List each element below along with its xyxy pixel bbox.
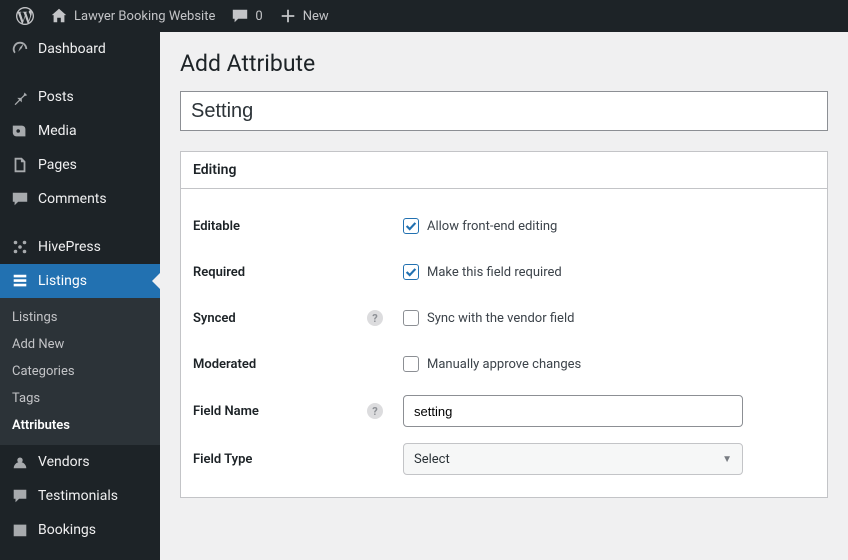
sidebar-item-media[interactable]: Media (0, 114, 160, 148)
sidebar-item-label: Vendors (38, 454, 90, 470)
comment-icon (11, 190, 29, 208)
submenu-categories[interactable]: Categories (0, 358, 160, 385)
sidebar-item-label: Testimonials (38, 488, 118, 504)
label-field-type: Field Type (193, 452, 403, 467)
page-title: Add Attribute (180, 50, 828, 77)
vendors-icon (11, 453, 29, 471)
checkbox-label: Sync with the vendor field (427, 311, 574, 326)
sidebar-item-hivepress[interactable]: HivePress (0, 230, 160, 264)
listings-icon (11, 272, 29, 290)
row-moderated: Moderated Manually approve changes (193, 341, 815, 387)
chevron-down-icon: ▼ (722, 454, 732, 465)
row-synced: Synced ? Sync with the vendor field (193, 295, 815, 341)
sidebar-item-label: Comments (38, 191, 107, 207)
row-required: Required Make this field required (193, 249, 815, 295)
admin-sidebar: Dashboard Posts Media Pages Comments Hiv… (0, 32, 160, 560)
postbox-heading: Editing (181, 152, 827, 189)
label-field-name: Field Name (193, 404, 259, 419)
editing-postbox: Editing Editable Allow front-end editing… (180, 151, 828, 498)
attribute-title-input[interactable] (180, 91, 828, 131)
pin-icon (11, 88, 29, 106)
sidebar-item-posts[interactable]: Posts (0, 80, 160, 114)
sidebar-item-label: Listings (38, 273, 87, 289)
checkbox-label: Manually approve changes (427, 357, 581, 372)
wp-logo[interactable] (8, 0, 42, 32)
hivepress-icon (11, 238, 29, 256)
checkbox-required[interactable] (403, 264, 419, 280)
listings-submenu: Listings Add New Categories Tags Attribu… (0, 298, 160, 445)
row-field-type: Field Type Select ▼ (193, 435, 815, 483)
checkbox-moderated[interactable] (403, 356, 419, 372)
field-name-input[interactable] (403, 395, 743, 427)
calendar-icon (11, 521, 29, 539)
site-name: Lawyer Booking Website (74, 9, 215, 24)
sidebar-item-bookings[interactable]: Bookings (0, 513, 160, 547)
field-type-select[interactable]: Select ▼ (403, 443, 743, 475)
sidebar-item-vendors[interactable]: Vendors (0, 445, 160, 479)
media-icon (11, 122, 29, 140)
new-content-link[interactable]: New (271, 0, 337, 32)
label-moderated: Moderated (193, 357, 403, 372)
sidebar-item-label: Bookings (38, 522, 96, 538)
sidebar-item-dashboard[interactable]: Dashboard (0, 32, 160, 66)
new-label: New (303, 9, 329, 24)
sidebar-item-label: Dashboard (38, 41, 106, 57)
checkbox-editable[interactable] (403, 218, 419, 234)
sidebar-item-label: Posts (38, 89, 74, 105)
checkbox-label: Allow front-end editing (427, 219, 557, 234)
help-icon[interactable]: ? (367, 310, 383, 326)
testimonials-icon (11, 487, 29, 505)
comment-icon (231, 7, 249, 25)
row-editable: Editable Allow front-end editing (193, 203, 815, 249)
sidebar-item-testimonials[interactable]: Testimonials (0, 479, 160, 513)
sidebar-item-label: HivePress (38, 239, 101, 255)
sidebar-item-label: Pages (38, 157, 77, 173)
sidebar-item-comments[interactable]: Comments (0, 182, 160, 216)
site-link[interactable]: Lawyer Booking Website (42, 0, 223, 32)
select-value: Select (414, 452, 450, 467)
submenu-tags[interactable]: Tags (0, 385, 160, 412)
admin-bar: Lawyer Booking Website 0 New (0, 0, 848, 32)
page-icon (11, 156, 29, 174)
dashboard-icon (11, 40, 29, 58)
checkbox-synced[interactable] (403, 310, 419, 326)
sidebar-item-label: Media (38, 123, 77, 139)
comments-link[interactable]: 0 (223, 0, 270, 32)
sidebar-item-pages[interactable]: Pages (0, 148, 160, 182)
content-area: Add Attribute Editing Editable Allow fro… (160, 32, 848, 560)
plus-icon (279, 7, 297, 25)
comments-count: 0 (255, 9, 262, 24)
submenu-add-new[interactable]: Add New (0, 331, 160, 358)
help-icon[interactable]: ? (367, 403, 383, 419)
submenu-listings[interactable]: Listings (0, 304, 160, 331)
home-icon (50, 7, 68, 25)
checkbox-label: Make this field required (427, 265, 562, 280)
label-synced: Synced (193, 311, 236, 326)
row-field-name: Field Name ? (193, 387, 815, 435)
label-editable: Editable (193, 219, 403, 234)
label-required: Required (193, 265, 403, 280)
submenu-attributes[interactable]: Attributes (0, 412, 160, 439)
sidebar-item-listings[interactable]: Listings (0, 264, 160, 298)
